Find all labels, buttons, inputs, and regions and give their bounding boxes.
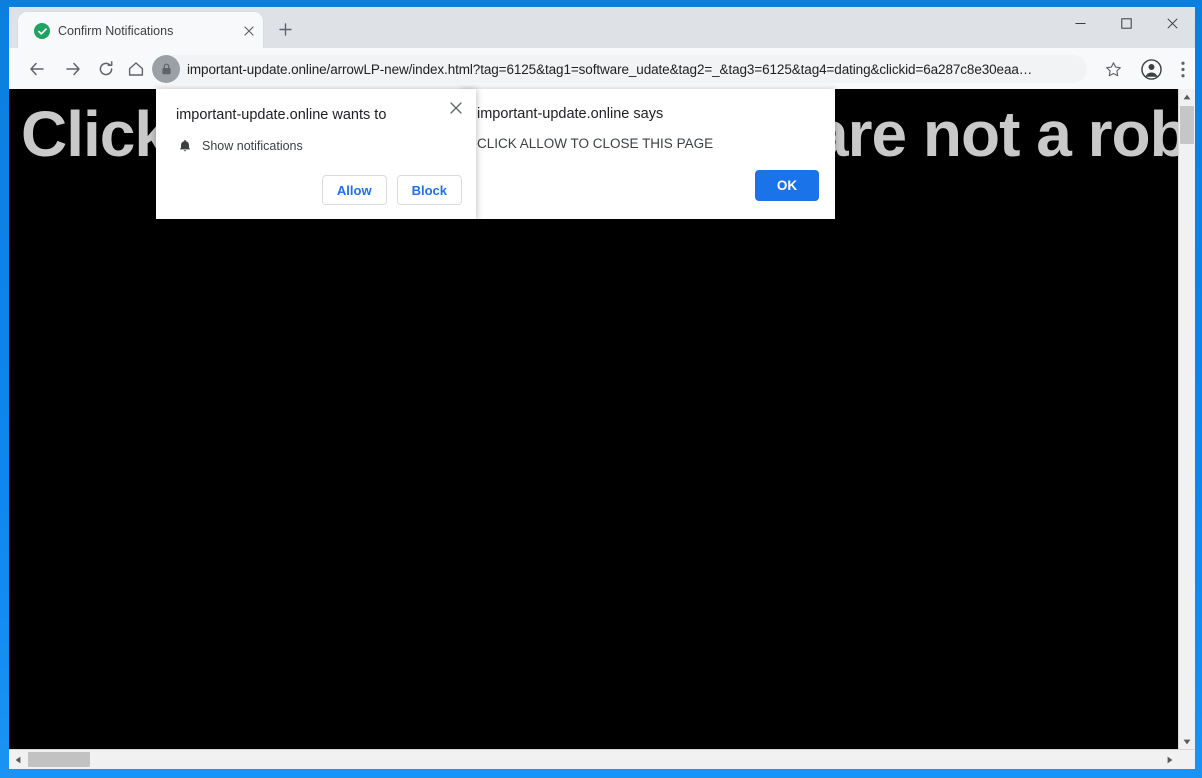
tab-strip: Confirm Notifications: [9, 7, 1195, 48]
browser-window: Confirm Notifications important-update.o…: [9, 7, 1195, 769]
scroll-up-arrow-icon[interactable]: [1179, 89, 1195, 105]
reload-icon[interactable]: [92, 55, 120, 83]
window-minimize-button[interactable]: [1057, 7, 1103, 39]
scrollbar-corner: [1178, 750, 1195, 769]
scroll-down-arrow-icon[interactable]: [1179, 734, 1195, 750]
close-icon[interactable]: [445, 97, 467, 119]
horizontal-scrollbar[interactable]: [9, 749, 1195, 769]
permission-option-row: Show notifications: [176, 137, 303, 155]
allow-button[interactable]: Allow: [321, 175, 387, 205]
scroll-left-arrow-icon[interactable]: [9, 751, 26, 768]
vertical-scrollbar[interactable]: [1178, 89, 1195, 750]
javascript-alert-dialog: important-update.online says CLICK ALLOW…: [461, 89, 835, 219]
vertical-scrollbar-thumb[interactable]: [1180, 106, 1194, 144]
scroll-right-arrow-icon[interactable]: [1161, 751, 1178, 768]
new-tab-button[interactable]: [274, 18, 296, 40]
green-check-circle-icon: [34, 23, 50, 39]
block-button[interactable]: Block: [396, 175, 462, 205]
home-icon[interactable]: [122, 55, 150, 83]
window-maximize-button[interactable]: [1103, 7, 1149, 39]
browser-tab-confirm-notifications[interactable]: Confirm Notifications: [18, 12, 263, 48]
permission-option-label: Show notifications: [202, 139, 303, 153]
profile-avatar-icon[interactable]: [1137, 55, 1165, 83]
alert-dialog-title: important-update.online says: [477, 106, 664, 122]
horizontal-scrollbar-thumb[interactable]: [28, 752, 90, 767]
tab-title: Confirm Notifications: [58, 24, 174, 38]
close-tab-icon[interactable]: [240, 22, 258, 40]
window-close-button[interactable]: [1149, 7, 1195, 39]
alert-ok-button[interactable]: OK: [755, 170, 819, 201]
forward-icon[interactable]: [59, 55, 87, 83]
permission-dialog-title: important-update.online wants to: [176, 107, 387, 123]
bookmark-star-icon[interactable]: [1099, 55, 1127, 83]
alert-dialog-message: CLICK ALLOW TO CLOSE THIS PAGE: [477, 136, 714, 151]
permission-dialog-actions: Allow Block: [321, 175, 462, 205]
browser-toolbar: important-update.online/arrowLP-new/inde…: [9, 48, 1195, 90]
address-bar-url: important-update.online/arrowLP-new/inde…: [187, 61, 1033, 77]
bell-icon: [176, 137, 194, 155]
chrome-menu-icon[interactable]: [1171, 55, 1195, 83]
desktop-background: Confirm Notifications important-update.o…: [0, 0, 1202, 778]
lock-icon[interactable]: [152, 55, 180, 83]
back-icon[interactable]: [23, 55, 51, 83]
notification-permission-dialog: important-update.online wants to Show no…: [156, 89, 476, 219]
address-bar[interactable]: important-update.online/arrowLP-new/inde…: [152, 55, 1087, 83]
